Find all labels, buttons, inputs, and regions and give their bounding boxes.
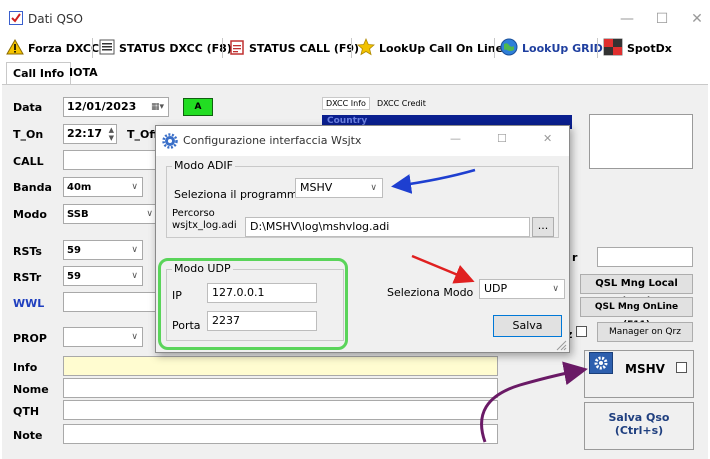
blue-arrow bbox=[391, 168, 476, 194]
purple-arrow bbox=[480, 361, 588, 443]
annotation-arrows bbox=[391, 168, 588, 443]
red-arrow bbox=[411, 254, 475, 284]
